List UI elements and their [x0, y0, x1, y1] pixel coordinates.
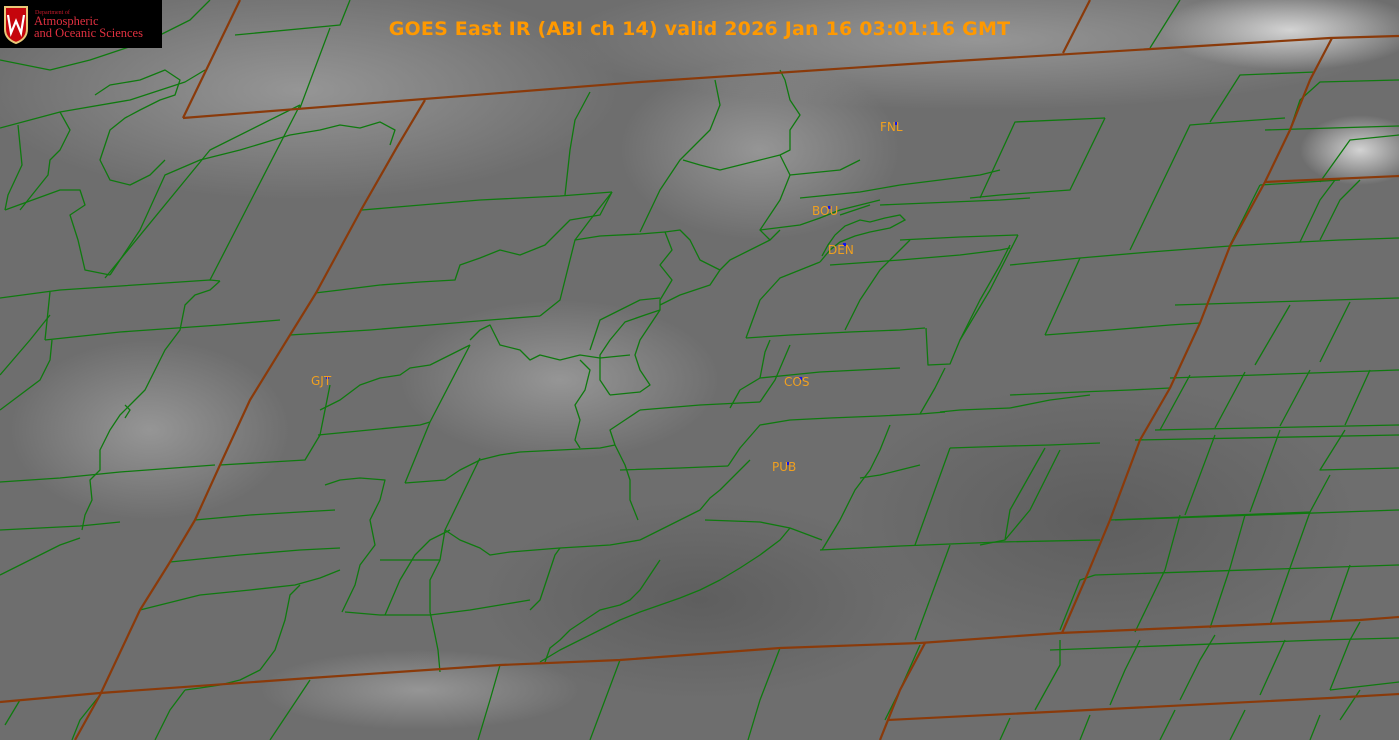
image-title: GOES East IR (ABI ch 14) valid 2026 Jan …: [388, 18, 1011, 40]
station-label-den: DEN: [828, 243, 854, 257]
station-label-pub: PUB: [772, 460, 797, 474]
ir-cloud-field: [0, 0, 1399, 740]
station-label-bou: BOU: [812, 204, 839, 218]
station-label-cos: COS: [784, 375, 810, 389]
station-label-fnl: FNL: [880, 120, 903, 134]
satellite-map: [0, 0, 1399, 740]
station-label-gjt: GJT: [311, 374, 332, 388]
